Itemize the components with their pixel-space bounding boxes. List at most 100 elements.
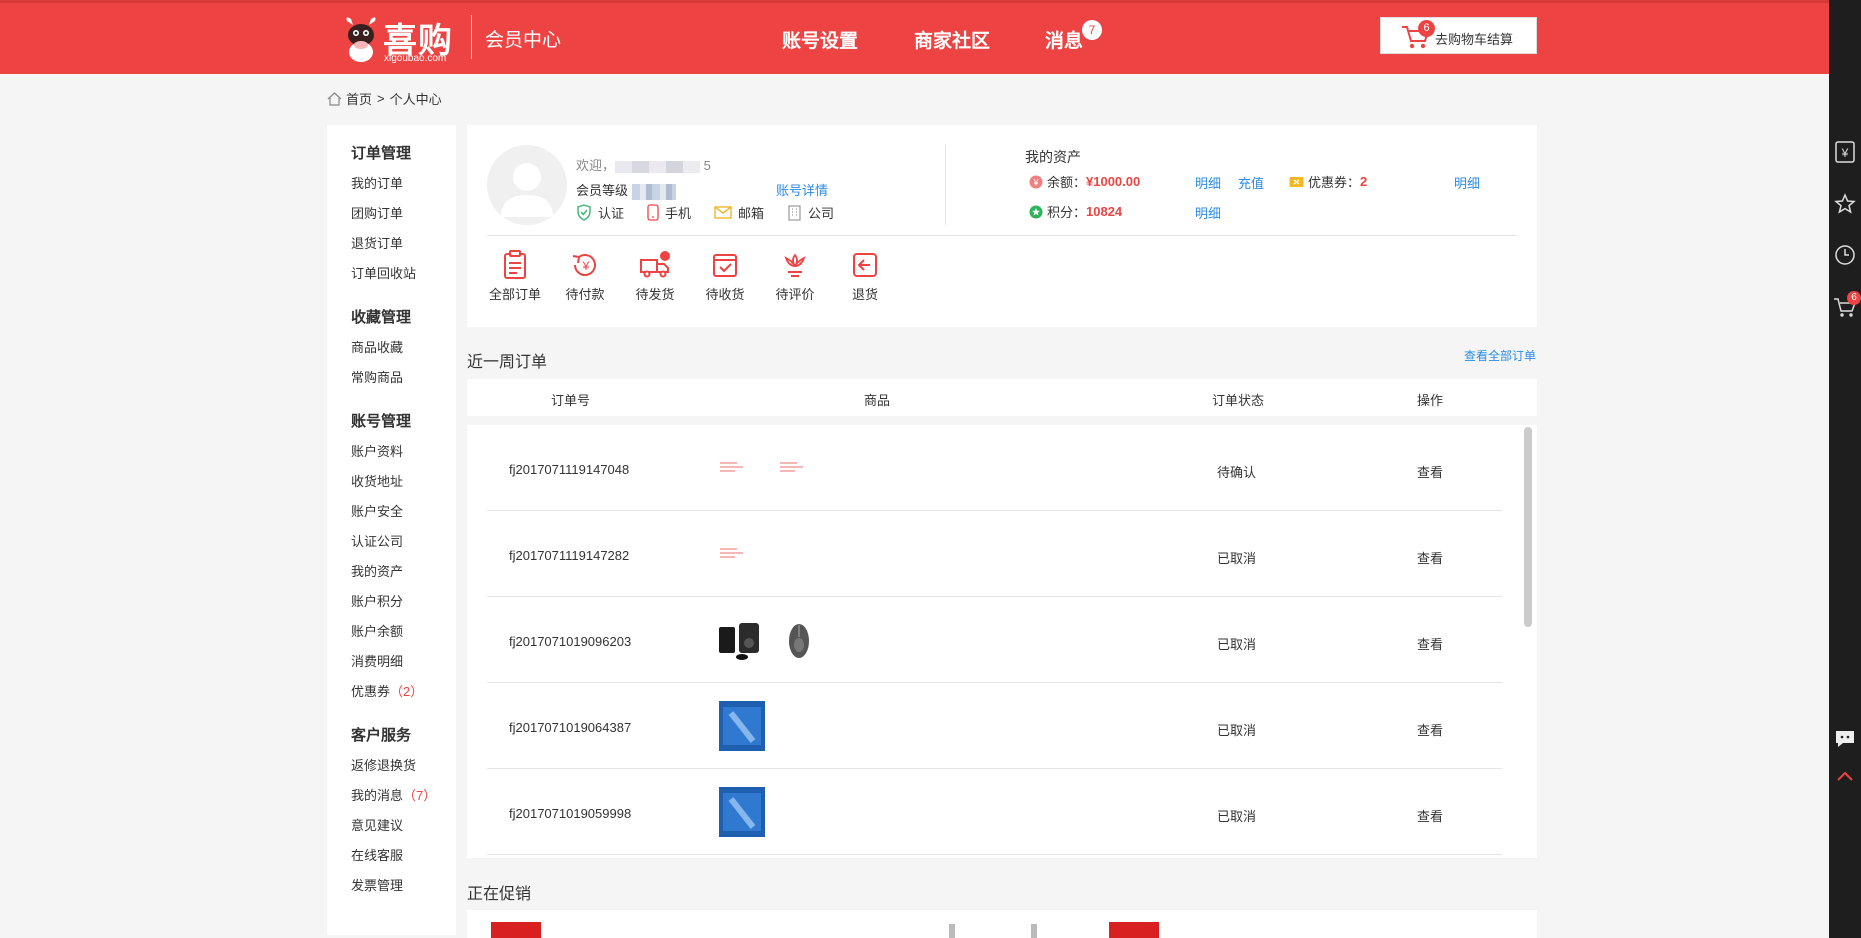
points-label: 积分： xyxy=(1047,205,1087,220)
sidebar-group-orders: 订单管理 我的订单 团购订单 退货订单 订单回收站 xyxy=(351,139,456,289)
quick-returns[interactable]: 退货 xyxy=(835,250,895,303)
welcome-tail: 5 xyxy=(703,158,711,173)
clock-icon[interactable] xyxy=(1833,243,1857,267)
quick-pending-payment[interactable]: ¥ 待付款 xyxy=(555,250,615,303)
col-products: 商品 xyxy=(864,393,891,408)
back-to-top-icon[interactable] xyxy=(1833,764,1857,788)
recharge-link[interactable]: 充值 xyxy=(1238,173,1264,192)
sidebar-item-invoices[interactable]: 发票管理 xyxy=(351,871,456,901)
breadcrumb-home[interactable]: 首页 xyxy=(346,89,372,108)
sidebar-item-account-info[interactable]: 账户资料 xyxy=(351,437,456,467)
sidebar-item-return-orders[interactable]: 退货订单 xyxy=(351,229,456,259)
promo-thumbnail[interactable] xyxy=(1031,924,1037,938)
verify-company[interactable]: 公司 xyxy=(787,203,834,222)
cpu-box-product-thumbnail[interactable] xyxy=(717,701,767,751)
verify-email[interactable]: 邮箱 xyxy=(714,203,764,222)
chat-icon[interactable] xyxy=(1833,727,1857,751)
sidebar-item-returns-repair[interactable]: 返修退换货 xyxy=(351,751,456,781)
table-row: fj2017071019096203 已取消 查看 xyxy=(487,597,1502,683)
sidebar-item-feedback[interactable]: 意见建议 xyxy=(351,811,456,841)
quick-pending-shipment[interactable]: 待发货 xyxy=(625,250,685,303)
sidebar-group-favorites: 收藏管理 商品收藏 常购商品 xyxy=(351,303,456,393)
sidebar-item-group-orders[interactable]: 团购订单 xyxy=(351,199,456,229)
verify-label: 公司 xyxy=(808,206,835,221)
sidebar-item-account-points[interactable]: 账户积分 xyxy=(351,587,456,617)
checkout-cart-button[interactable]: 6 去购物车结算 xyxy=(1380,17,1537,54)
view-all-orders-link[interactable]: 查看全部订单 xyxy=(1464,347,1536,364)
view-order-link[interactable]: 查看 xyxy=(1417,720,1443,739)
yen-wallet-icon[interactable]: ¥ xyxy=(1833,140,1857,164)
sidebar-item-online-service[interactable]: 在线客服 xyxy=(351,841,456,871)
truck-icon xyxy=(640,251,670,278)
site-logo[interactable]: 喜购 xigoubao.com xyxy=(343,11,455,66)
orders-table-header: 订单号 商品 订单状态 操作 xyxy=(467,379,1537,416)
speaker-product-thumbnail[interactable] xyxy=(717,615,767,665)
verify-phone[interactable]: 手机 xyxy=(647,203,691,222)
table-row: fj2017071019064387 已取消 查看 xyxy=(487,683,1502,769)
bull-mascot-icon xyxy=(346,17,376,62)
view-order-link[interactable]: 查看 xyxy=(1417,634,1443,653)
verify-label: 认证 xyxy=(598,206,625,221)
quick-pending-review[interactable]: 待评价 xyxy=(765,250,825,303)
sidebar-group-title: 收藏管理 xyxy=(351,309,412,326)
order-id: fj2017071019059998 xyxy=(509,806,632,821)
verify-identity[interactable]: 认证 xyxy=(576,203,624,222)
sidebar-item-account-balance[interactable]: 账户余额 xyxy=(351,617,456,647)
sidebar-item-my-orders[interactable]: 我的订单 xyxy=(351,169,456,199)
product-thumbnail[interactable] xyxy=(717,443,767,493)
balance-detail-link[interactable]: 明细 xyxy=(1195,173,1221,192)
verify-label: 手机 xyxy=(665,206,692,221)
promo-thumbnail[interactable] xyxy=(491,922,541,938)
sidebar-item-spending-details[interactable]: 消费明细 xyxy=(351,647,456,677)
cpu-box-product-thumbnail[interactable] xyxy=(717,787,767,837)
account-detail-link[interactable]: 账号详情 xyxy=(776,180,828,199)
balance-label: 余额： xyxy=(1047,175,1087,190)
sidebar-item-product-favorites[interactable]: 商品收藏 xyxy=(351,333,456,363)
nav-messages[interactable]: 消息 xyxy=(1045,26,1083,53)
sidebar-item-coupons[interactable]: 优惠券（2） xyxy=(351,677,456,707)
quick-pending-receipt[interactable]: 待收货 xyxy=(695,250,755,303)
view-order-link[interactable]: 查看 xyxy=(1417,806,1443,825)
sidebar-group-account: 账号管理 账户资料 收货地址 账户安全 认证公司 我的资产 账户积分 账户余额 … xyxy=(351,407,456,707)
view-order-link[interactable]: 查看 xyxy=(1417,548,1443,567)
quick-all-orders[interactable]: 全部订单 xyxy=(485,250,545,303)
promo-thumbnail[interactable] xyxy=(949,924,955,938)
sidebar-item-my-messages[interactable]: 我的消息（7） xyxy=(351,781,456,811)
sidebar-item-my-assets[interactable]: 我的资产 xyxy=(351,557,456,587)
checkout-cart-label: 去购物车结算 xyxy=(1435,32,1514,47)
product-thumbnail[interactable] xyxy=(717,529,767,579)
coupon-detail-link[interactable]: 明细 xyxy=(1454,173,1480,192)
messages-badge: 7 xyxy=(1082,20,1102,40)
sidebar-item-account-security[interactable]: 账户安全 xyxy=(351,497,456,527)
header-divider xyxy=(471,15,472,59)
product-thumbnail[interactable] xyxy=(777,443,827,493)
table-row: fj2017071119147048 待确认 查看 xyxy=(487,425,1502,511)
nav-account-settings[interactable]: 账号设置 xyxy=(782,26,858,53)
order-id: fj2017071019096203 xyxy=(509,634,632,649)
section-title: 会员中心 xyxy=(485,30,562,51)
promo-thumbnail[interactable] xyxy=(1109,922,1159,938)
points-detail-link[interactable]: 明细 xyxy=(1195,203,1221,222)
sidebar-item-shipping-address[interactable]: 收货地址 xyxy=(351,467,456,497)
col-order-id: 订单号 xyxy=(551,393,591,408)
table-row: fj2017071119147282 已取消 查看 xyxy=(487,511,1502,597)
nav-merchant-community[interactable]: 商家社区 xyxy=(914,26,990,53)
breadcrumb-current: 个人中心 xyxy=(389,92,442,107)
view-order-link[interactable]: 查看 xyxy=(1417,462,1443,481)
top-header: 喜购 xigoubao.com 会员中心 账号设置 商家社区 消息 7 6 去购… xyxy=(0,0,1829,74)
verification-row: 认证 手机 邮箱 公司 xyxy=(576,203,857,222)
quick-label: 全部订单 xyxy=(488,287,541,302)
orders-scrollbar[interactable] xyxy=(1524,427,1532,627)
order-status: 已取消 xyxy=(1217,637,1257,652)
sidebar-item-frequent-products[interactable]: 常购商品 xyxy=(351,363,456,393)
col-operation: 操作 xyxy=(1417,393,1444,408)
star-icon[interactable] xyxy=(1833,192,1857,216)
phone-icon xyxy=(647,204,659,221)
sidebar-group-service: 客户服务 返修退换货 我的消息（7） 意见建议 在线客服 发票管理 xyxy=(351,721,456,901)
avatar[interactable] xyxy=(487,145,567,225)
rail-cart[interactable]: 6 xyxy=(1833,291,1861,319)
mouse-product-thumbnail[interactable] xyxy=(777,615,827,665)
quick-label: 待评价 xyxy=(775,287,815,302)
sidebar-item-order-recycle[interactable]: 订单回收站 xyxy=(351,259,456,289)
sidebar-item-verify-company[interactable]: 认证公司 xyxy=(351,527,456,557)
